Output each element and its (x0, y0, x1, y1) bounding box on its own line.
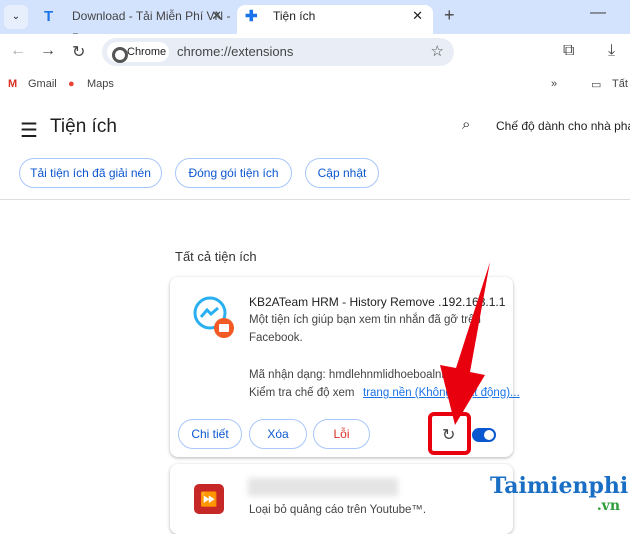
annotation-highlight-box (428, 412, 471, 455)
watermark-logo: Taimienphi .vn (490, 473, 629, 514)
annotation-arrow (440, 262, 490, 425)
